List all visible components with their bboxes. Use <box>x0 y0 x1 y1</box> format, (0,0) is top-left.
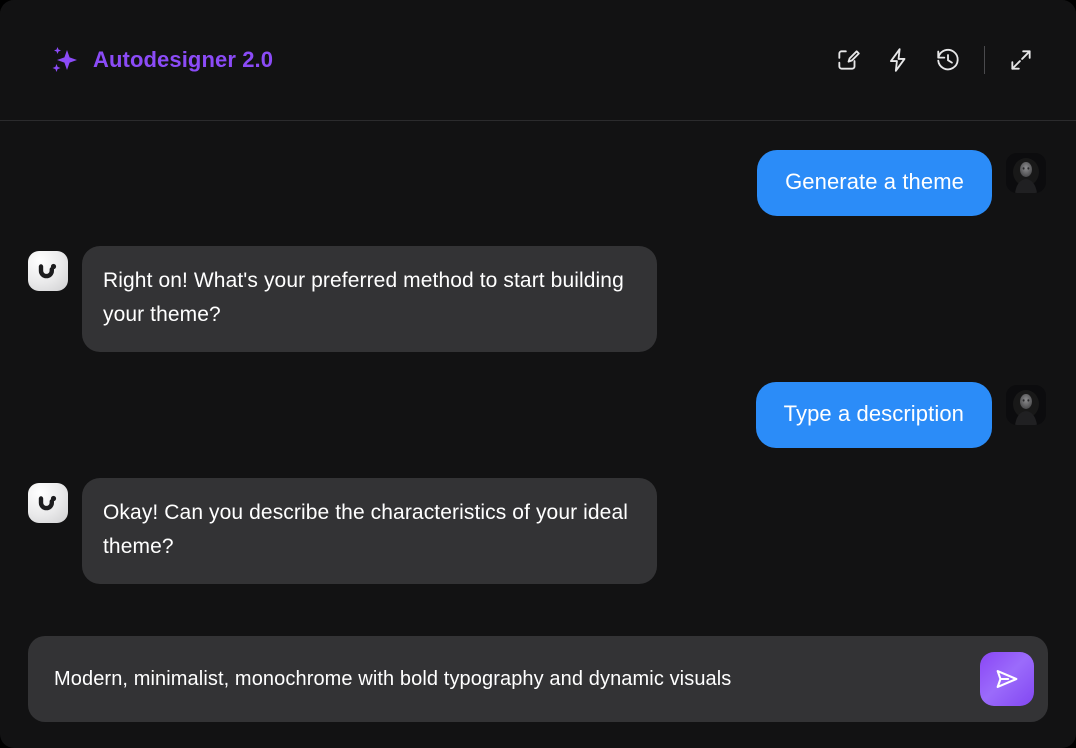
chat-thread: Generate a theme Right on! What's your p… <box>0 121 1076 636</box>
quick-actions-button[interactable] <box>873 35 923 85</box>
composer[interactable] <box>28 636 1048 722</box>
expand-icon <box>1008 47 1034 73</box>
message-row-user: Generate a theme <box>28 150 1046 216</box>
page-title: Autodesigner 2.0 <box>93 47 274 72</box>
message-row-bot: Right on! What's your preferred method t… <box>28 246 1046 352</box>
message-input[interactable] <box>54 667 968 691</box>
bot-avatar <box>28 251 68 291</box>
history-icon <box>935 47 961 73</box>
chat-bubble-user[interactable]: Generate a theme <box>757 150 992 216</box>
chat-bubble-bot: Right on! What's your preferred method t… <box>82 246 657 352</box>
user-avatar <box>1006 385 1046 425</box>
edit-icon <box>835 47 861 73</box>
composer-area <box>0 636 1076 748</box>
lightning-bolt-icon <box>885 47 911 73</box>
app-header: Autodesigner 2.0 <box>0 0 1076 121</box>
send-button[interactable] <box>980 652 1034 706</box>
edit-button[interactable] <box>823 35 873 85</box>
chat-bubble-user[interactable]: Type a description <box>755 382 992 448</box>
header-actions <box>823 35 1046 85</box>
expand-button[interactable] <box>996 35 1046 85</box>
brand: Autodesigner 2.0 <box>46 43 273 77</box>
app-window: Autodesigner 2.0 Generate a theme Right … <box>0 0 1076 748</box>
history-button[interactable] <box>923 35 973 85</box>
sparkle-icon <box>46 43 80 77</box>
header-divider <box>984 46 985 74</box>
send-icon <box>993 665 1021 693</box>
bot-avatar <box>28 483 68 523</box>
chat-bubble-bot: Okay! Can you describe the characteristi… <box>82 478 657 584</box>
message-row-user: Type a description <box>28 382 1046 448</box>
user-avatar <box>1006 153 1046 193</box>
message-row-bot: Okay! Can you describe the characteristi… <box>28 478 1046 584</box>
